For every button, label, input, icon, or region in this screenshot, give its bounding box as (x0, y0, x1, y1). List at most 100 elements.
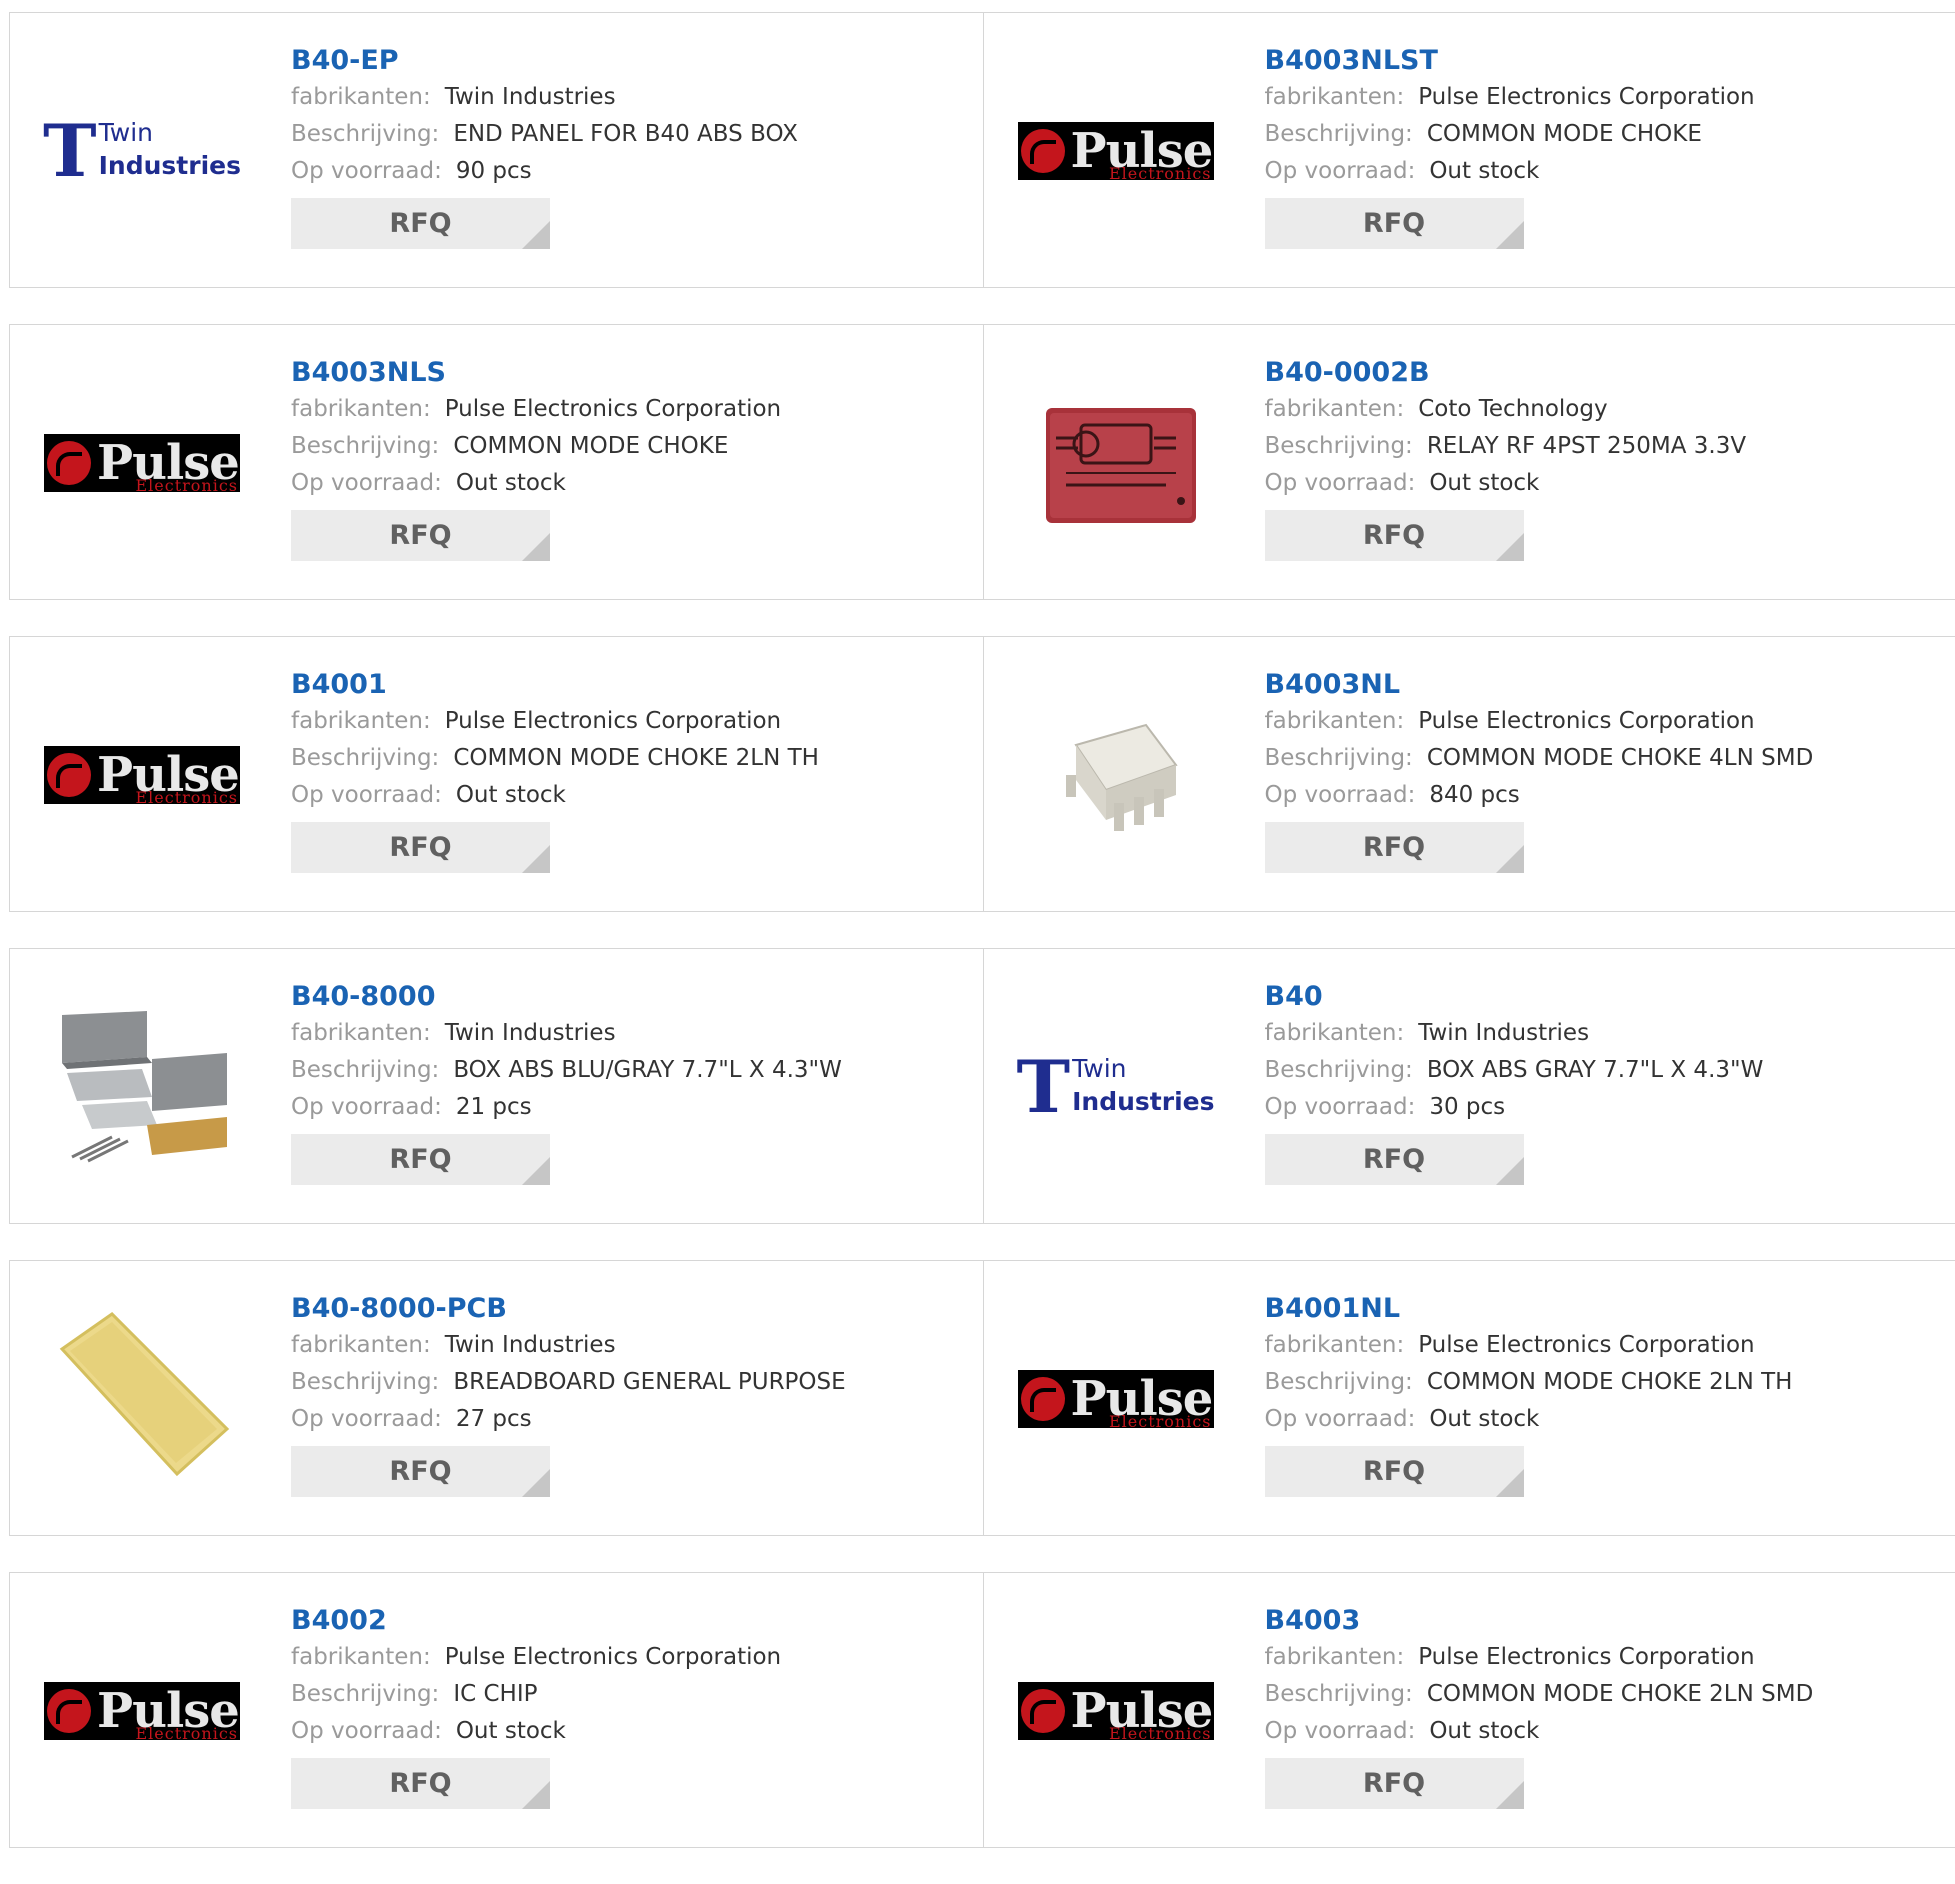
rfq-label: RFQ (389, 1144, 451, 1175)
manufacturer-label: fabrikanten: (1265, 396, 1405, 422)
description-label: Beschrijving: (291, 1369, 439, 1395)
manufacturer-label: fabrikanten: (291, 84, 431, 110)
rfq-button[interactable]: RFQ (1265, 510, 1524, 561)
rfq-button[interactable]: RFQ (1265, 822, 1524, 873)
part-number-link[interactable]: B4003NLS (291, 355, 983, 391)
description-line: Beschrijving:IC CHIP (291, 1676, 983, 1713)
rfq-button[interactable]: RFQ (1265, 1758, 1524, 1809)
description-value: COMMON MODE CHOKE 2LN TH (1427, 1369, 1793, 1395)
manufacturer-value: Pulse Electronics Corporation (445, 708, 781, 734)
description-value: COMMON MODE CHOKE (453, 433, 728, 459)
pcb-product-image (52, 1309, 232, 1489)
rfq-label: RFQ (1363, 520, 1425, 551)
rfq-button[interactable]: RFQ (291, 1134, 550, 1185)
manufacturer-label: fabrikanten: (1265, 1332, 1405, 1358)
rfq-label: RFQ (389, 208, 451, 239)
product-info: B4003NLfabrikanten:Pulse Electronics Cor… (1265, 667, 1955, 873)
part-number-link[interactable]: B40-0002B (1265, 355, 1955, 391)
manufacturer-line: fabrikanten: Coto Technology (1265, 391, 1955, 428)
corner-triangle-icon (522, 533, 550, 561)
description-value: IC CHIP (453, 1681, 537, 1707)
product-thumbnail[interactable] (1016, 675, 1216, 875)
description-label: Beschrijving: (1265, 1681, 1413, 1707)
rfq-button[interactable]: RFQ (1265, 1446, 1524, 1497)
description-label: Beschrijving: (291, 1057, 439, 1083)
stock-line: Op voorraad:90 pcs (291, 153, 983, 190)
product-thumbnail[interactable]: PulseElectronics (1016, 51, 1216, 251)
part-number-link[interactable]: B4002 (291, 1603, 983, 1639)
part-number-link[interactable]: B40-EP (291, 43, 983, 79)
product-thumbnail[interactable]: PulseElectronics (42, 675, 242, 875)
stock-label: Op voorraad: (291, 158, 442, 184)
manufacturer-value: Coto Technology (1418, 396, 1607, 422)
product-thumbnail[interactable]: PulseElectronics (42, 363, 242, 563)
product-info: B4001fabrikanten:Pulse Electronics Corpo… (291, 667, 983, 873)
twin-logo-word2: Industries (1072, 1087, 1214, 1116)
product-thumbnail[interactable]: TTwinIndustries (42, 51, 242, 251)
product-thumbnail[interactable]: PulseElectronics (42, 1611, 242, 1811)
description-line: Beschrijving:COMMON MODE CHOKE (1265, 116, 1955, 153)
manufacturer-line: fabrikanten:Twin Industries (1265, 1015, 1955, 1052)
stock-value: Out stock (1429, 470, 1539, 496)
description-label: Beschrijving: (1265, 121, 1413, 147)
part-number-link[interactable]: B40-8000-PCB (291, 1291, 983, 1327)
corner-triangle-icon (522, 1781, 550, 1809)
product-info: B40fabrikanten:Twin Industries Beschrijvi… (1265, 979, 1955, 1185)
description-label: Beschrijving: (1265, 1057, 1413, 1083)
rfq-button[interactable]: RFQ (291, 198, 550, 249)
stock-label: Op voorraad: (291, 1718, 442, 1744)
stock-line: Op voorraad:Out stock (291, 777, 983, 814)
stock-label: Op voorraad: (291, 1406, 442, 1432)
part-number-link[interactable]: B4001NL (1265, 1291, 1955, 1327)
stock-line: Op voorraad:Out stock (291, 1713, 983, 1750)
rfq-label: RFQ (1363, 832, 1425, 863)
part-number-link[interactable]: B40-8000 (291, 979, 983, 1015)
manufacturer-line: fabrikanten:Twin Industries (291, 1015, 983, 1052)
rfq-button[interactable]: RFQ (291, 1758, 550, 1809)
corner-triangle-icon (1496, 1469, 1524, 1497)
twin-logo-word1: Twin (1072, 1054, 1126, 1083)
product-info: B40-8000-PCBfabrikanten:Twin IndustriesB… (291, 1291, 983, 1497)
stock-label: Op voorraad: (1265, 782, 1416, 808)
manufacturer-value: Pulse Electronics Corporation (1418, 1332, 1754, 1358)
rfq-button[interactable]: RFQ (1265, 198, 1524, 249)
rfq-button[interactable]: RFQ (291, 1446, 550, 1497)
description-line: Beschrijving:COMMON MODE CHOKE 4LN SMD (1265, 740, 1955, 777)
product-thumbnail[interactable] (42, 987, 242, 1187)
stock-line: Op voorraad:Out stock (1265, 1713, 1955, 1750)
manufacturer-line: fabrikanten:Pulse Electronics Corporatio… (1265, 703, 1955, 740)
manufacturer-value: Pulse Electronics Corporation (1418, 708, 1754, 734)
rfq-button[interactable]: RFQ (1265, 1134, 1524, 1185)
product-thumbnail[interactable]: PulseElectronics (1016, 1611, 1216, 1811)
product-thumbnail[interactable]: TTwinIndustries (1016, 987, 1216, 1187)
product-thumbnail[interactable] (1016, 363, 1216, 563)
product-card: PulseElectronicsB4003fabrikanten:Pulse E… (983, 1573, 1955, 1847)
product-thumbnail[interactable] (42, 1299, 242, 1499)
part-number-link[interactable]: B4003NLST (1265, 43, 1955, 79)
product-info: B4002fabrikanten:Pulse Electronics Corpo… (291, 1603, 983, 1809)
product-card: PulseElectronicsB4003NLSTfabrikanten:Pul… (983, 13, 1955, 287)
stock-label: Op voorraad: (1265, 1406, 1416, 1432)
twin-logo-mark: T (43, 121, 97, 181)
description-value: BOX ABS BLU/GRAY 7.7"L X 4.3"W (453, 1057, 842, 1083)
manufacturer-line: fabrikanten:Pulse Electronics Corporatio… (291, 703, 983, 740)
pulse-mark-icon (1021, 1689, 1065, 1733)
rfq-label: RFQ (389, 1768, 451, 1799)
product-thumbnail[interactable]: PulseElectronics (1016, 1299, 1216, 1499)
part-number-link[interactable]: B4001 (291, 667, 983, 703)
description-value: COMMON MODE CHOKE 2LN TH (453, 745, 819, 771)
part-number-link[interactable]: B4003NL (1265, 667, 1955, 703)
description-value: COMMON MODE CHOKE 2LN SMD (1427, 1681, 1813, 1707)
description-line: Beschrijving:END PANEL FOR B40 ABS BOX (291, 116, 983, 153)
manufacturer-label: fabrikanten: (291, 1020, 431, 1046)
description-label: Beschrijving: (1265, 745, 1413, 771)
manufacturer-label: fabrikanten: (1265, 84, 1405, 110)
rfq-button[interactable]: RFQ (291, 822, 550, 873)
rfq-button[interactable]: RFQ (291, 510, 550, 561)
stock-value: 840 pcs (1429, 782, 1519, 808)
stock-line: Op voorraad:Out stock (1265, 1401, 1955, 1438)
rfq-label: RFQ (389, 832, 451, 863)
stock-label: Op voorraad: (291, 470, 442, 496)
part-number-link[interactable]: B4003 (1265, 1603, 1955, 1639)
part-number-link[interactable]: B40 (1265, 979, 1955, 1015)
